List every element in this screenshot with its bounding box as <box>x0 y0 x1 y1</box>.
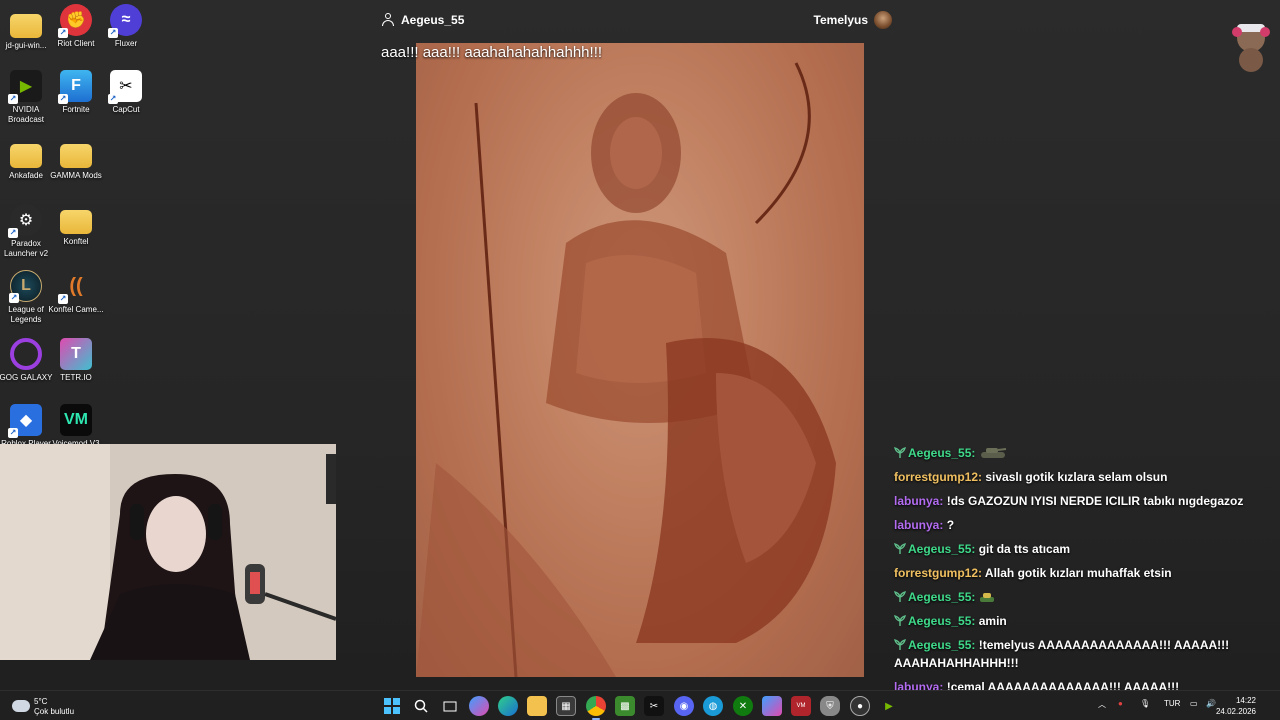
desktop-icon-league-of-legends[interactable]: L ↗ League of Legends <box>0 270 52 332</box>
edge-icon[interactable] <box>498 696 518 716</box>
chat-message: Aegeus_55: <box>894 444 1274 462</box>
league-of-legends-icon: L ↗ <box>9 270 42 303</box>
voicemod-icon: VM <box>60 404 92 436</box>
xbox-icon[interactable]: ✕ <box>733 696 753 716</box>
red-tray-icon[interactable]: ● <box>1118 699 1123 708</box>
minecraft-icon[interactable]: ▩ <box>615 696 635 716</box>
plant-badge-icon <box>894 614 906 626</box>
chat-username[interactable]: forrestgump12 <box>894 470 978 484</box>
tetrio-icon: T <box>60 338 92 370</box>
store-icon[interactable]: ▦ <box>556 696 576 716</box>
folder-icon <box>10 144 42 168</box>
fluxer-icon: ≈ ↗ <box>108 4 142 38</box>
chat-username[interactable]: Aegeus_55 <box>908 590 971 604</box>
stream-header: Aegeus_55 Temelyus <box>380 10 894 30</box>
chat-message: labunya: ? <box>894 518 955 532</box>
nvidia-broadcast-icon: ▶ ↗ <box>8 70 42 104</box>
copilot-icon[interactable] <box>469 696 489 716</box>
streamer-avatar <box>874 11 892 29</box>
konftel-camera-icon: ((↗ <box>58 274 83 304</box>
riot-client-icon: ✊ ↗ <box>58 4 92 38</box>
host-name: Aegeus_55 <box>401 13 465 27</box>
chat-username[interactable]: Aegeus_55 <box>908 446 971 460</box>
nvidia-icon[interactable]: ▶ <box>879 696 899 716</box>
desktop-icon-paradox-launcher[interactable]: ⚙ ↗ Paradox Launcher v2 <box>0 204 52 266</box>
desktop-icon-gog-galaxy[interactable]: GOG GALAXY <box>0 338 52 400</box>
chat-message: Aegeus_55: git da tts atıcam <box>894 540 1274 558</box>
search-icon[interactable] <box>411 696 431 716</box>
file-explorer-icon[interactable] <box>527 696 547 716</box>
taskbar: 5°C Çok bulutlu ▦ ▩ ✂ ◉ ◍ ✕ VM ⛨ ● ▶ ︿ ●… <box>0 690 1280 720</box>
chat-text: Allah gotik kızları muhaffak etsin <box>984 566 1172 580</box>
chevron-up-icon[interactable]: ︿ <box>1098 699 1106 710</box>
chat-username[interactable]: Aegeus_55 <box>908 614 971 628</box>
monkey-sticker-icon <box>1228 16 1274 74</box>
chat-message: Aegeus_55: <box>894 588 1274 606</box>
chat-panel: Aegeus_55: forrestgump12: sivaslı gotik … <box>894 444 1274 720</box>
phone-link-icon[interactable] <box>762 696 782 716</box>
chat-message: forrestgump12: Allah gotik kızları muhaf… <box>894 566 1172 580</box>
desktop-icon-nvidia-broadcast[interactable]: ▶ ↗ NVIDIA Broadcast <box>0 70 52 132</box>
plant-badge-icon <box>894 446 906 458</box>
user-icon <box>382 13 394 26</box>
cloud-icon <box>12 700 30 712</box>
chat-text: ? <box>946 518 955 532</box>
chat-text: git da tts atıcam <box>978 542 1071 556</box>
webcam-feed <box>0 444 336 660</box>
chat-message: Aegeus_55: !temelyus AAAAAAAAAAAAAA!!! A… <box>894 638 1230 670</box>
desktop-icon-tetrio[interactable]: T TETR.IO <box>50 338 102 400</box>
paradox-launcher-icon: ⚙ ↗ <box>8 204 42 238</box>
weather-widget[interactable]: 5°C Çok bulutlu <box>10 696 100 718</box>
chat-username[interactable]: labunya <box>894 518 939 532</box>
desktop-icon-ankafade[interactable]: Ankafade <box>0 138 52 200</box>
desktop-icon-capcut[interactable]: ✂ ↗ CapCut <box>100 70 152 132</box>
chat-text: !ds GAZOZUN IYISI NERDE ICILIR tabıkı nı… <box>946 494 1244 508</box>
task-view-icon[interactable] <box>440 696 460 716</box>
chat-username[interactable]: Aegeus_55 <box>908 542 971 556</box>
clock[interactable]: 14:22 24.02.2026 <box>1216 695 1256 717</box>
folder-icon <box>60 144 92 168</box>
capcut-taskbar-icon[interactable]: ✂ <box>644 696 664 716</box>
folder-icon <box>10 14 42 38</box>
chat-text: sivaslı gotik kızlara selam olsun <box>985 470 1168 484</box>
language-indicator[interactable]: TUR <box>1164 699 1180 708</box>
chrome-icon[interactable] <box>586 696 606 720</box>
desktop-icon-gamma-mods[interactable]: GAMMA Mods <box>50 138 102 200</box>
volume-icon[interactable]: 🔊 <box>1206 699 1216 708</box>
plant-badge-icon <box>894 638 906 650</box>
tts-message: aaa!!! aaa!!! aaahahahahhahhh!!! <box>381 44 603 61</box>
start-icon[interactable] <box>382 696 402 716</box>
small-tank-emote <box>979 590 995 604</box>
chat-message: Aegeus_55: amin <box>894 612 1274 630</box>
streamer-name: Temelyus <box>813 13 868 27</box>
desktop-icon-jd-gui[interactable]: jd-gui-win... <box>0 8 52 70</box>
microphone-icon[interactable]: 🎙 <box>1140 699 1150 708</box>
tank-emote <box>979 446 1007 460</box>
shield-icon[interactable]: ⛨ <box>820 696 840 716</box>
desktop-icon-fluxer[interactable]: ≈ ↗ Fluxer <box>100 4 152 66</box>
chat-username[interactable]: Aegeus_55 <box>908 638 971 652</box>
chat-message: labunya: !ds GAZOZUN IYISI NERDE ICILIR … <box>894 494 1244 508</box>
fortnite-icon: F ↗ <box>58 70 92 104</box>
plant-badge-icon <box>894 542 906 554</box>
roblox-icon: ◆ ↗ <box>8 404 42 438</box>
desktop-icon-fortnite[interactable]: F ↗ Fortnite <box>50 70 102 132</box>
desktop-icon-riot-client[interactable]: ✊ ↗ Riot Client <box>50 4 102 66</box>
capcut-icon: ✂ ↗ <box>108 70 142 104</box>
folder-icon <box>60 210 92 234</box>
desktop-icon-konftel-camera[interactable]: ((↗ Konftel Came... <box>48 270 103 332</box>
chat-message: forrestgump12: sivaslı gotik kızlara sel… <box>894 470 1168 484</box>
artwork-image <box>416 43 864 677</box>
plant-badge-icon <box>894 590 906 602</box>
network-icon[interactable]: ▭ <box>1190 699 1198 708</box>
discord-icon[interactable]: ◉ <box>674 696 694 716</box>
obs-icon[interactable]: ● <box>850 696 870 716</box>
desktop-icon-konftel[interactable]: Konftel <box>50 204 102 266</box>
chat-username[interactable]: labunya <box>894 494 939 508</box>
chat-text: amin <box>978 614 1007 628</box>
chat-username[interactable]: forrestgump12 <box>894 566 978 580</box>
voicemeeter-icon[interactable]: VM <box>791 696 811 716</box>
gog-galaxy-icon <box>10 338 42 370</box>
browser-icon[interactable]: ◍ <box>703 696 723 716</box>
